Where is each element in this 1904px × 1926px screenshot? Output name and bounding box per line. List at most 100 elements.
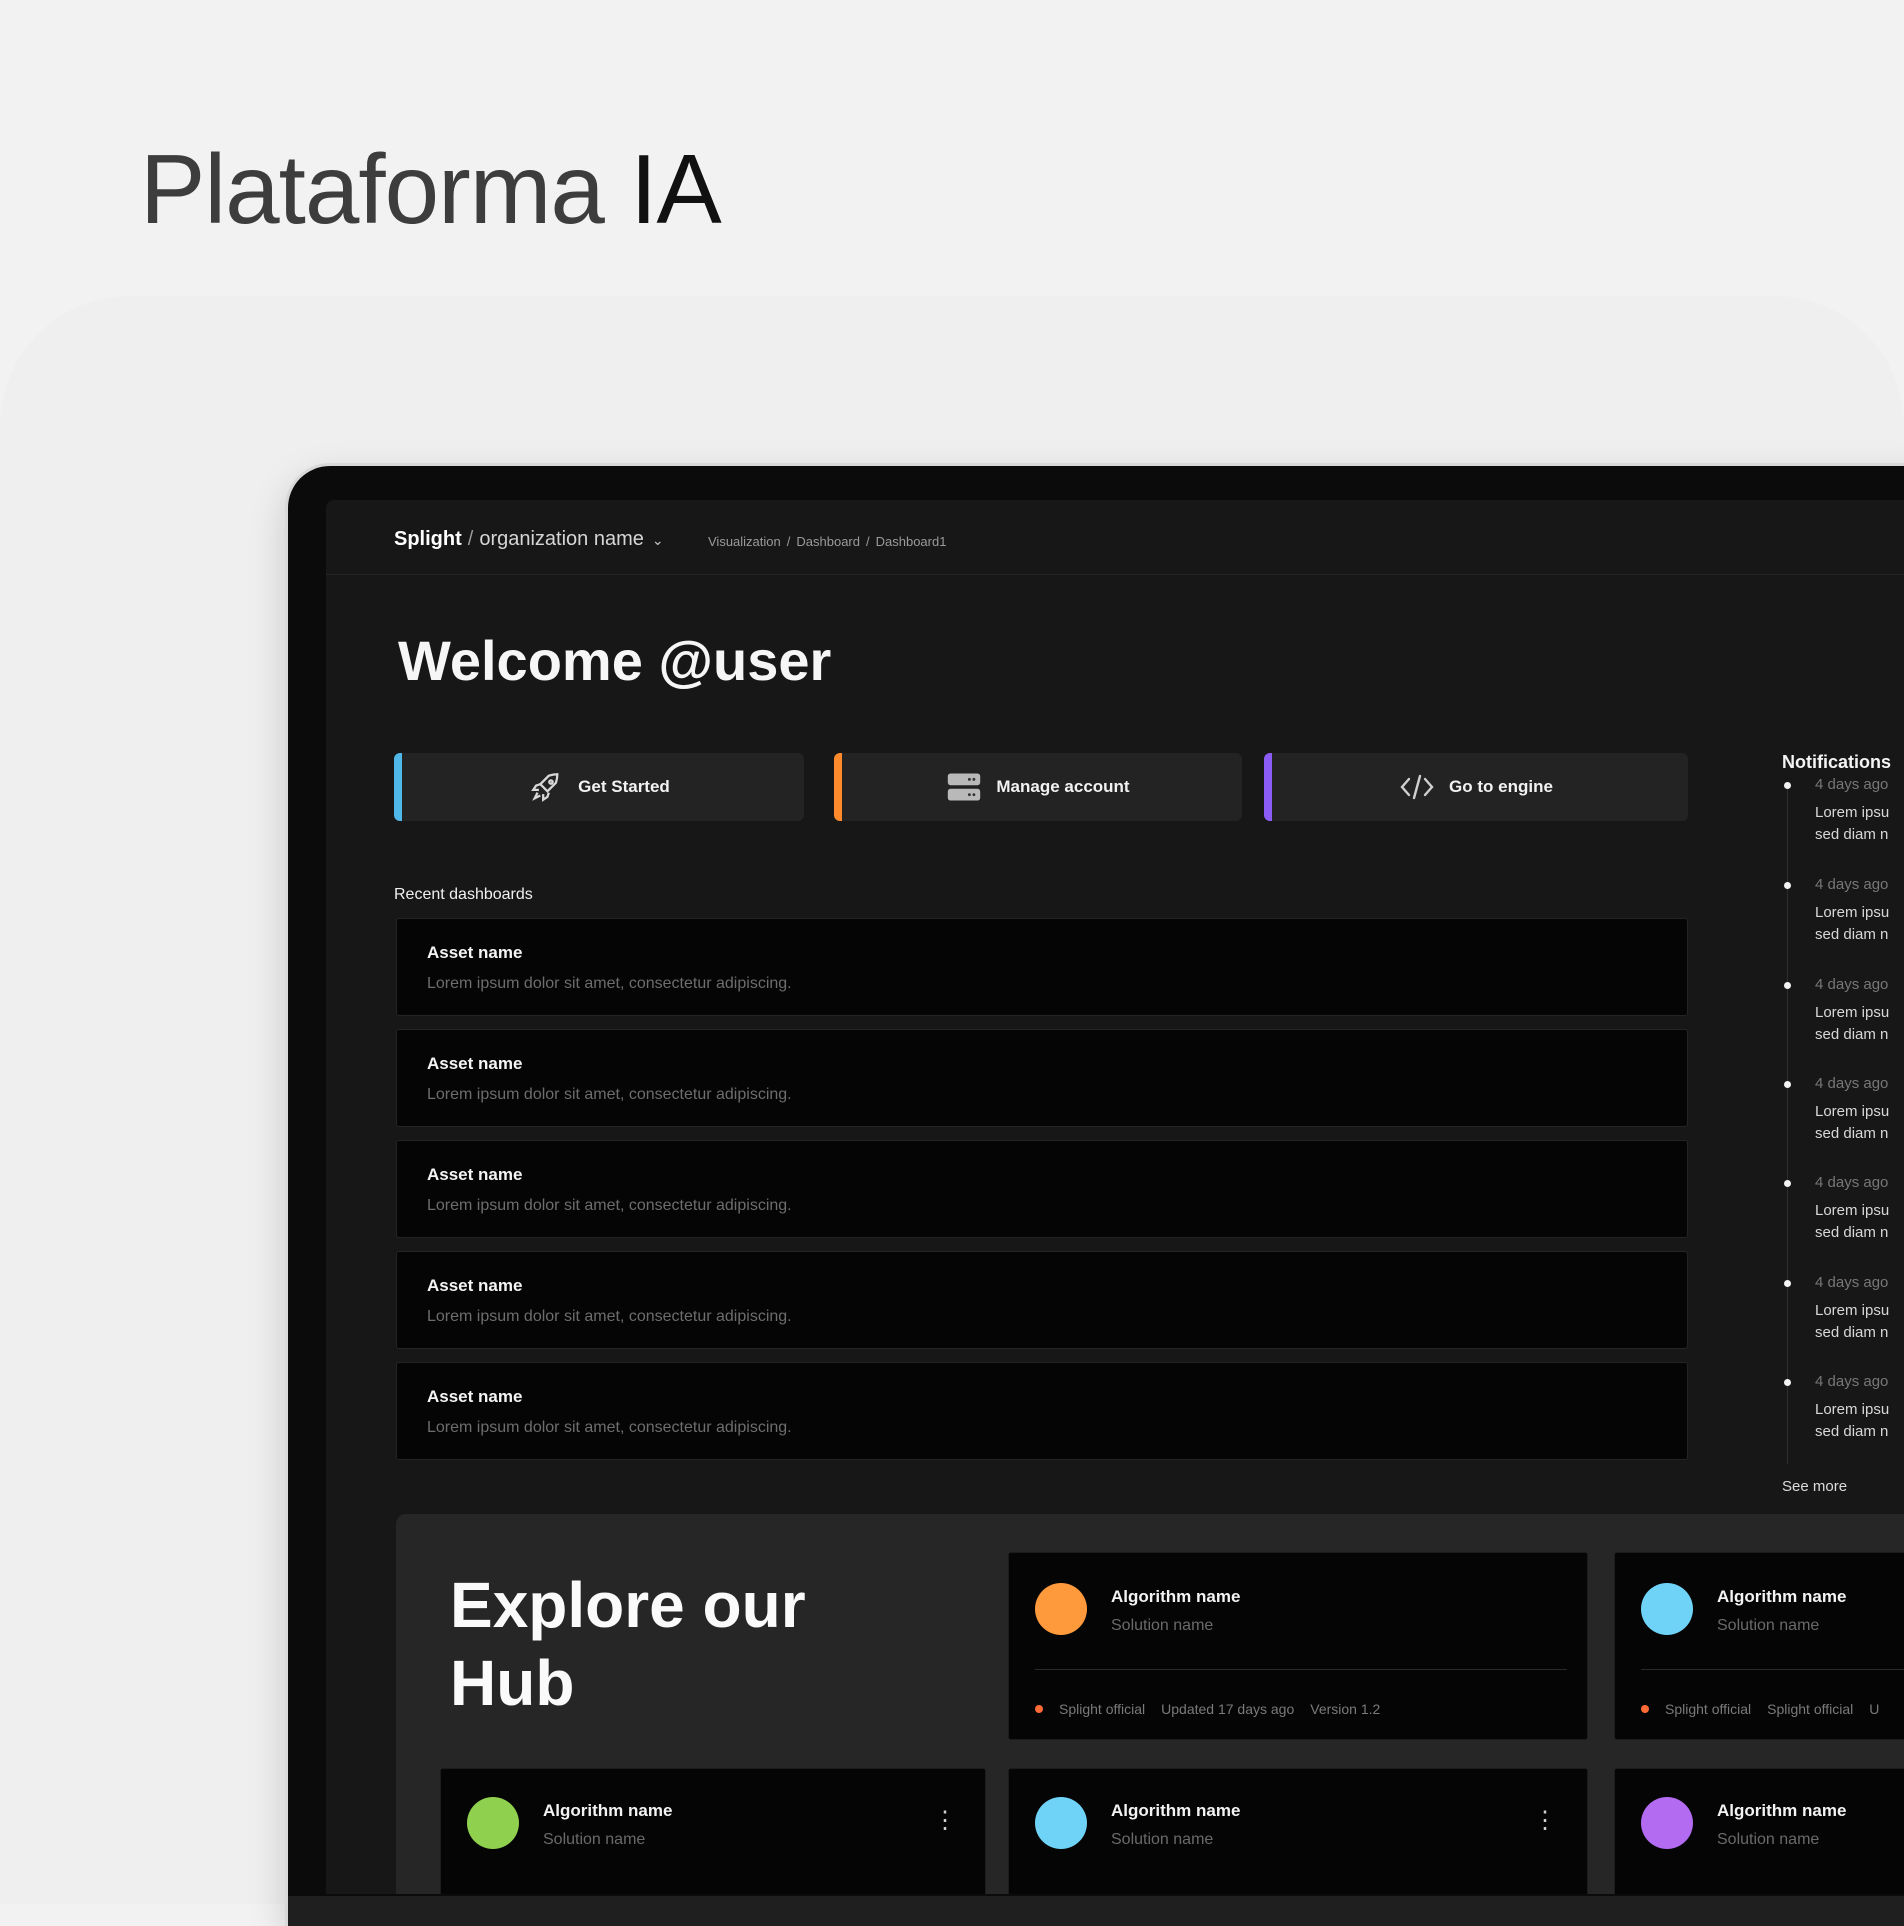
page-title-regular: Plataforma xyxy=(140,134,631,244)
page-title: Plataforma IA xyxy=(140,140,722,238)
top-bar: Splight / organization name ⌄ Visualization… xyxy=(326,500,1904,575)
notification-time: 4 days ago xyxy=(1815,976,1889,993)
dashboard-name: Asset name xyxy=(427,1276,523,1295)
official-dot xyxy=(1035,1705,1043,1713)
meta-updated: U xyxy=(1869,1701,1880,1717)
accent-bar xyxy=(834,753,842,821)
notification-time: 4 days ago xyxy=(1815,1274,1889,1291)
algorithm-card-featured[interactable]: Algorithm name Solution name Splight off… xyxy=(1008,1552,1588,1740)
dashboard-description: Lorem ipsum dolor sit amet, consectetur … xyxy=(427,1197,792,1214)
more-options-icon[interactable]: ⋮ xyxy=(933,1809,957,1833)
algorithm-avatar xyxy=(1035,1797,1087,1849)
rocket-icon xyxy=(528,769,564,805)
notification-time: 4 days ago xyxy=(1815,1174,1889,1191)
get-started-label: Get Started xyxy=(578,777,670,796)
more-options-icon[interactable]: ⋮ xyxy=(1533,1809,1557,1833)
timeline-dot xyxy=(1784,982,1791,989)
timeline-dot xyxy=(1784,1379,1791,1386)
chevron-down-icon[interactable]: ⌄ xyxy=(652,532,664,549)
algorithm-avatar xyxy=(467,1797,519,1849)
accent-bar xyxy=(394,753,402,821)
dashboard-description: Lorem ipsum dolor sit amet, consectetur … xyxy=(427,975,792,992)
breadcrumb-visualization[interactable]: Visualization xyxy=(708,534,781,549)
meta-publisher: Splight official xyxy=(1665,1701,1752,1717)
official-dot xyxy=(1641,1705,1649,1713)
breadcrumb-separator: / xyxy=(786,534,791,549)
algorithm-card[interactable]: Algorithm name Solution name xyxy=(1614,1768,1904,1894)
app-screen: Splight / organization name ⌄ Visualization… xyxy=(326,500,1904,1894)
dashboard-row[interactable]: Asset name Lorem ipsum dolor sit amet, c… xyxy=(396,1029,1688,1127)
manage-account-button[interactable]: Manage account xyxy=(834,753,1242,821)
algorithm-avatar xyxy=(1641,1797,1693,1849)
accent-bar xyxy=(1264,753,1272,821)
notifications-title: Notifications xyxy=(1782,752,1892,772)
notification-time: 4 days ago xyxy=(1815,876,1889,893)
solution-name: Solution name xyxy=(543,1831,646,1848)
notification-text: Lorem ipsu sed diam n xyxy=(1815,1004,1890,1043)
dashboard-name: Asset name xyxy=(427,1387,523,1406)
algorithm-name: Algorithm name xyxy=(1717,1587,1847,1606)
algorithm-name: Algorithm name xyxy=(1111,1587,1241,1606)
algorithm-name: Algorithm name xyxy=(543,1801,673,1820)
code-icon xyxy=(1399,769,1435,805)
breadcrumb-dashboard1[interactable]: Dashboard1 xyxy=(876,534,947,549)
hub-title: Explore our Hub xyxy=(450,1569,806,1719)
brand-name: Splight xyxy=(394,528,462,550)
solution-name: Solution name xyxy=(1111,1831,1214,1848)
card-divider xyxy=(1035,1669,1567,1670)
see-more-link[interactable]: See more xyxy=(1782,1478,1847,1495)
timeline-dot xyxy=(1784,882,1791,889)
manage-account-label: Manage account xyxy=(996,777,1130,796)
dashboard-row[interactable]: Asset name Lorem ipsum dolor sit amet, c… xyxy=(396,918,1688,1016)
page-title-strong: IA xyxy=(630,134,722,244)
notification-time: 4 days ago xyxy=(1815,776,1889,793)
laptop-chin xyxy=(288,1896,1904,1926)
server-icon xyxy=(946,769,982,805)
go-to-engine-label: Go to engine xyxy=(1449,777,1553,796)
algorithm-avatar xyxy=(1641,1583,1693,1635)
timeline-dot xyxy=(1784,1081,1791,1088)
breadcrumb-dashboard[interactable]: Dashboard xyxy=(796,534,860,549)
notification-text: Lorem ipsu sed diam n xyxy=(1815,1202,1890,1241)
algorithm-name: Algorithm name xyxy=(1717,1801,1847,1820)
dashboard-description: Lorem ipsum dolor sit amet, consectetur … xyxy=(427,1308,792,1325)
dashboard-row[interactable]: Asset name Lorem ipsum dolor sit amet, c… xyxy=(396,1140,1688,1238)
algorithm-card-featured[interactable]: Algorithm name Solution name Splight off… xyxy=(1614,1552,1904,1740)
card-meta: Splight official Updated 17 days ago Ver… xyxy=(1035,1701,1380,1717)
card-meta: Splight official Splight official U xyxy=(1641,1701,1879,1717)
breadcrumb: Visualization / Dashboard / Dashboard1 xyxy=(708,534,946,549)
notification-text: Lorem ipsu sed diam n xyxy=(1815,1401,1890,1440)
hub-section: Explore our Hub Algorithm name Solution … xyxy=(396,1514,1904,1894)
notification-text: Lorem ipsu sed diam n xyxy=(1815,1103,1890,1142)
dashboard-row[interactable]: Asset name Lorem ipsum dolor sit amet, c… xyxy=(396,1362,1688,1460)
go-to-engine-button[interactable]: Go to engine xyxy=(1264,753,1688,821)
meta-publisher: Splight official xyxy=(1767,1701,1854,1717)
notification-text: Lorem ipsu sed diam n xyxy=(1815,1302,1890,1341)
timeline-dot xyxy=(1784,1280,1791,1287)
solution-name: Solution name xyxy=(1111,1617,1214,1634)
card-divider xyxy=(1641,1669,1904,1670)
timeline-dot xyxy=(1784,782,1791,789)
notification-time: 4 days ago xyxy=(1815,1075,1889,1092)
get-started-button[interactable]: Get Started xyxy=(394,753,804,821)
recent-dashboards-label: Recent dashboards xyxy=(394,886,533,903)
dashboard-name: Asset name xyxy=(427,943,523,962)
org-name: organization name xyxy=(479,528,644,550)
org-switcher[interactable]: Splight / organization name ⌄ xyxy=(394,528,664,551)
dashboard-name: Asset name xyxy=(427,1054,523,1073)
timeline-dot xyxy=(1784,1180,1791,1187)
algorithm-card[interactable]: Algorithm name Solution name ⋮ xyxy=(440,1768,986,1894)
algorithm-card[interactable]: Algorithm name Solution name ⋮ xyxy=(1008,1768,1588,1894)
algorithm-avatar xyxy=(1035,1583,1087,1635)
notification-time: 4 days ago xyxy=(1815,1373,1889,1390)
welcome-heading: Welcome @user xyxy=(398,629,832,692)
meta-publisher: Splight official xyxy=(1059,1701,1146,1717)
solution-name: Solution name xyxy=(1717,1831,1820,1848)
solution-name: Solution name xyxy=(1717,1617,1820,1634)
dashboard-name: Asset name xyxy=(427,1165,523,1184)
breadcrumb-separator: / xyxy=(866,534,870,549)
laptop-frame: Splight / organization name ⌄ Visualization… xyxy=(288,466,1904,1926)
notification-text: Lorem ipsu sed diam n xyxy=(1815,904,1890,943)
dashboard-row[interactable]: Asset name Lorem ipsum dolor sit amet, c… xyxy=(396,1251,1688,1349)
brand-separator: / xyxy=(467,528,474,550)
